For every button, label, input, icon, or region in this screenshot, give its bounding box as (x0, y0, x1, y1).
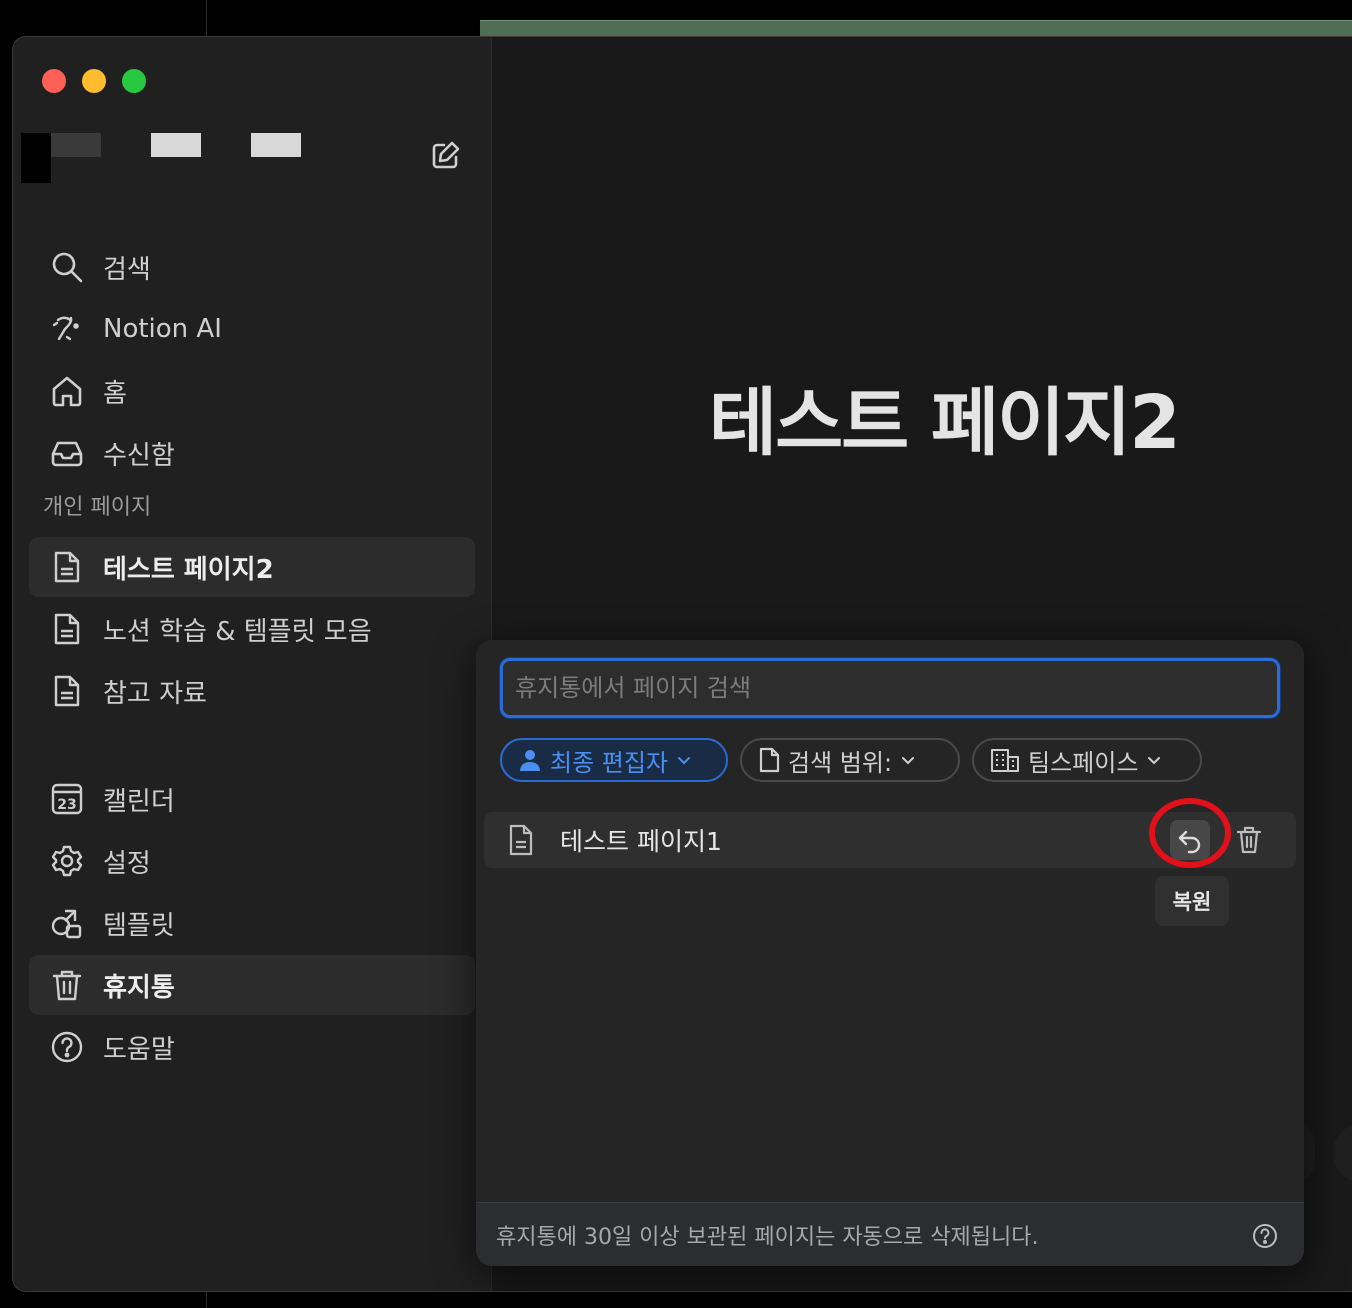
chevron-down-icon (900, 752, 916, 768)
zoom-window-button[interactable] (122, 69, 146, 93)
sidebar-page-references[interactable]: 참고 자료 (29, 661, 475, 721)
trash-icon (47, 965, 87, 1005)
sidebar-item-search[interactable]: 검색 (29, 237, 475, 297)
section-label-private[interactable]: 개인 페이지 (43, 489, 151, 521)
help-icon (47, 1027, 87, 1067)
home-icon (47, 371, 87, 411)
sidebar-item-label: 휴지통 (103, 972, 175, 1003)
search-icon (47, 247, 87, 287)
trash-footer-note: 휴지통에 30일 이상 보관된 페이지는 자동으로 삭제됩니다. (496, 1225, 1039, 1250)
page-icon (508, 824, 534, 856)
page-icon (758, 747, 780, 773)
sidebar-item-label: 설정 (103, 848, 151, 879)
filter-teamspace[interactable]: 팀스페이스 (972, 738, 1202, 782)
chevron-down-icon (676, 752, 692, 768)
page-icon (47, 547, 87, 587)
filter-last-edited-by[interactable]: 최종 편집자 (500, 738, 728, 782)
trash-panel: 최종 편집자 검색 범위: 팀스페이스 테스트 페이지1 (476, 640, 1304, 1266)
calendar-badge: 23 (57, 797, 76, 813)
notion-ai-icon (47, 309, 87, 349)
sidebar-item-label: 노션 학습 & 템플릿 모음 (103, 616, 372, 647)
redacted-workspace-avatar (21, 133, 51, 183)
redacted-workspace-name (151, 133, 201, 157)
trash-help-button[interactable] (1252, 1223, 1278, 1249)
close-window-button[interactable] (42, 69, 66, 93)
filter-label: 팀스페이스 (1028, 748, 1139, 777)
restore-tooltip: 복원 (1155, 876, 1229, 926)
sidebar-item-settings[interactable]: 설정 (29, 831, 475, 891)
inbox-icon (47, 433, 87, 473)
sidebar-item-trash[interactable]: 휴지통 (29, 955, 475, 1015)
chevron-down-icon (1146, 752, 1162, 768)
sidebar-item-label: 도움말 (103, 1034, 175, 1065)
page-icon (47, 609, 87, 649)
sidebar-item-label: Notion AI (103, 314, 222, 344)
filter-label: 검색 범위: (788, 748, 893, 777)
undo-arrow-icon (1178, 830, 1201, 854)
filter-search-scope[interactable]: 검색 범위: (740, 738, 960, 782)
sidebar: 검색 Notion AI 홈 수신함 개인 페이지 테스트 페이지2 노션 학습… (13, 37, 492, 1291)
restore-button[interactable] (1170, 820, 1210, 860)
trash-item-name: 테스트 페이지1 (560, 827, 722, 856)
background-window-edge (480, 20, 1352, 37)
person-icon (518, 748, 542, 772)
trash-footer: 휴지통에 30일 이상 보관된 페이지는 자동으로 삭제됩니다. (476, 1202, 1304, 1266)
sidebar-item-help[interactable]: 도움말 (29, 1017, 475, 1077)
sidebar-item-label: 참고 자료 (103, 678, 207, 709)
faded-control (1333, 1123, 1352, 1183)
sidebar-item-calendar[interactable]: 23 캘린더 (29, 769, 475, 829)
page-icon (47, 671, 87, 711)
sidebar-item-label: 테스트 페이지2 (103, 554, 274, 585)
trash-list-item[interactable]: 테스트 페이지1 (484, 798, 1296, 868)
minimize-window-button[interactable] (82, 69, 106, 93)
sidebar-item-label: 캘린더 (103, 786, 175, 817)
sidebar-item-label: 홈 (103, 378, 127, 409)
sidebar-item-notion-ai[interactable]: Notion AI (29, 299, 475, 359)
new-page-button[interactable] (427, 138, 463, 174)
building-icon (990, 747, 1020, 773)
delete-permanently-button[interactable] (1229, 820, 1269, 860)
redacted-workspace-name (251, 133, 301, 157)
gear-icon (47, 841, 87, 881)
sidebar-item-label: 수신함 (103, 440, 175, 471)
sidebar-item-label: 템플릿 (103, 910, 175, 941)
redacted-workspace-name (51, 133, 101, 157)
template-icon (47, 903, 87, 943)
trash-search-box (500, 658, 1280, 718)
sidebar-page-notion-learning[interactable]: 노션 학습 & 템플릿 모음 (29, 599, 475, 659)
compose-icon (432, 141, 460, 169)
calendar-icon: 23 (47, 779, 87, 819)
sidebar-page-test2[interactable]: 테스트 페이지2 (29, 537, 475, 597)
sidebar-item-inbox[interactable]: 수신함 (29, 423, 475, 483)
trash-icon (1236, 826, 1262, 854)
sidebar-item-label: 검색 (103, 254, 151, 285)
help-icon (1253, 1224, 1277, 1248)
page-title[interactable]: 테스트 페이지2 (709, 363, 1181, 470)
sidebar-item-home[interactable]: 홈 (29, 361, 475, 421)
trash-search-input[interactable] (503, 661, 1277, 715)
filter-label: 최종 편집자 (550, 748, 669, 777)
sidebar-item-templates[interactable]: 템플릿 (29, 893, 475, 953)
